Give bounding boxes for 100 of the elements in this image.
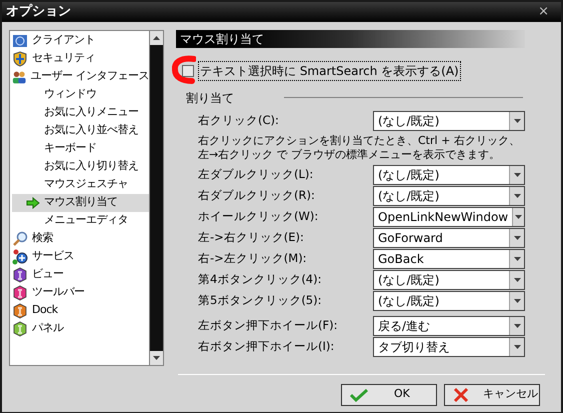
dropdown-value: (なし/既定)	[377, 166, 440, 184]
dropdown[interactable]: OpenLinkNewWindow	[373, 206, 525, 226]
field-label: 左->右クリック(E):	[198, 228, 304, 246]
dropdown[interactable]: 戻る/進む	[373, 316, 525, 336]
help-text: 右クリックにアクションを割り当てたとき、Ctrl + 右クリック、左→右クリック で ブラウザの標準メニューを表示できます。	[197, 134, 521, 162]
shield-icon	[12, 50, 28, 66]
field-label: 右クリック(C):	[198, 112, 279, 129]
tree-item[interactable]: お気に入りメニュー	[12, 104, 149, 122]
caret-icon	[514, 194, 520, 198]
close-button[interactable]: ×	[538, 2, 561, 22]
scroll-up-button[interactable]	[150, 30, 163, 44]
dropdown-button[interactable]	[509, 270, 524, 288]
window-title: オプション	[5, 2, 71, 21]
caret-icon	[514, 278, 520, 282]
tree-label: ツールバー	[32, 284, 84, 300]
dropdown-button[interactable]	[509, 166, 524, 184]
dropdown-button[interactable]	[509, 186, 524, 204]
field-label: 左ダブルクリック(L):	[198, 166, 314, 183]
dropdown[interactable]: (なし/既定)	[373, 186, 525, 206]
dropdown-value: (なし/既定)	[377, 188, 440, 204]
tree-label: Dock	[32, 302, 58, 318]
field-label: 第4ボタンクリック(4):	[198, 270, 322, 288]
field-label: 右ダブルクリック(R):	[198, 186, 315, 204]
tree-label: パネル	[32, 320, 64, 336]
highlight-mark	[172, 54, 196, 84]
tree-item[interactable]: 検索	[12, 230, 149, 248]
tree-item[interactable]: マウス割り当て	[12, 194, 149, 212]
dropdown[interactable]: (なし/既定)	[373, 110, 525, 130]
field-label: 左ボタン押下ホイール(F):	[198, 316, 338, 334]
dropdown-button[interactable]	[509, 316, 524, 334]
field-label: 右ボタン押下ホイール(I):	[198, 338, 334, 355]
arrow-icon	[26, 196, 40, 208]
tree-label: メニューエディタ	[44, 212, 128, 228]
dropdown-button[interactable]	[509, 250, 524, 268]
tree-item[interactable]: パネル	[12, 320, 149, 338]
dropdown[interactable]: (なし/既定)	[373, 164, 525, 184]
dropdown[interactable]: GoBack	[373, 248, 525, 268]
tree-item[interactable]: サービス	[12, 248, 149, 266]
dropdown[interactable]: GoForward	[373, 228, 525, 248]
dropdown-value: タブ切り替え	[377, 338, 451, 356]
group-title: 割り当て	[186, 90, 234, 106]
dropdown-value: (なし/既定)	[377, 292, 440, 310]
checkmark-icon	[350, 388, 368, 402]
close-icon	[453, 386, 469, 402]
tree-item[interactable]: ツールバー	[12, 284, 149, 302]
tree-item[interactable]: お気に入り並べ替え	[12, 122, 149, 140]
cube-icon	[12, 302, 28, 318]
caret-down-icon	[153, 356, 160, 360]
tree-item[interactable]: ユーザー インタフェース	[12, 68, 149, 86]
tree-item[interactable]: Dock	[12, 302, 149, 320]
caret-icon	[514, 118, 520, 122]
tree-item[interactable]: クライアント	[12, 32, 149, 50]
tree-item[interactable]: メニューエディタ	[12, 212, 149, 230]
dropdown[interactable]: タブ切り替え	[373, 336, 525, 356]
tree-item[interactable]: ビュー	[12, 266, 149, 284]
tree-label: クライアント	[32, 32, 95, 48]
dropdown-button[interactable]	[509, 228, 524, 246]
dropdown-button[interactable]	[509, 292, 524, 310]
tree-label: 検索	[32, 230, 53, 246]
cube-icon	[12, 266, 28, 282]
cube-icon	[12, 284, 28, 300]
dropdown-value: GoBack	[377, 250, 425, 268]
dropdown-value: OpenLinkNewWindow	[377, 208, 510, 226]
caret-icon	[514, 236, 520, 240]
caret-icon	[515, 214, 522, 218]
field-label: 第5ボタンクリック(5):	[198, 292, 322, 309]
dropdown-button[interactable]	[509, 338, 524, 356]
caret-icon	[514, 256, 520, 260]
checkbox[interactable]	[182, 64, 194, 76]
dropdown-value: GoForward	[377, 230, 444, 246]
tree-label: ウィンドウ	[44, 86, 96, 102]
tree-item[interactable]: セキュリティ	[12, 50, 149, 68]
scroll-down-button[interactable]	[150, 350, 163, 364]
tree-item[interactable]: キーボード	[12, 140, 149, 158]
field-label: ホイールクリック(W):	[198, 208, 318, 225]
tree-item[interactable]: お気に入り切り替え	[12, 158, 149, 176]
dropdown-button[interactable]	[512, 208, 524, 226]
tree-label: マウス割り当て	[44, 194, 118, 210]
dropdown[interactable]: (なし/既定)	[373, 270, 525, 290]
tree-item[interactable]: マウスジェスチャ	[12, 176, 149, 194]
caret-icon	[514, 172, 520, 176]
scrollbar[interactable]	[149, 30, 163, 364]
tree-label: サービス	[32, 248, 74, 264]
dropdown[interactable]: (なし/既定)	[373, 290, 525, 310]
dropdown-button[interactable]	[509, 112, 524, 130]
dropdown-value: (なし/既定)	[377, 112, 440, 130]
caret-icon	[514, 324, 520, 328]
cube-icon	[12, 320, 28, 336]
ok-button[interactable]: OK	[341, 384, 437, 406]
tree-item[interactable]: ウィンドウ	[12, 86, 149, 104]
dropdown-value: (なし/既定)	[377, 272, 440, 288]
caret-icon	[514, 344, 520, 348]
search-icon	[12, 230, 28, 246]
caret-icon	[514, 298, 520, 302]
field-label: 右->左クリック(M):	[198, 250, 307, 267]
users-icon	[12, 68, 26, 84]
tree-label: ユーザー インタフェース	[30, 68, 149, 84]
tree-label: セキュリティ	[32, 50, 95, 66]
checkbox-label: テキスト選択時に SmartSearch を表示する(A)	[198, 60, 461, 80]
cancel-button[interactable]: キャンセル	[444, 384, 540, 406]
